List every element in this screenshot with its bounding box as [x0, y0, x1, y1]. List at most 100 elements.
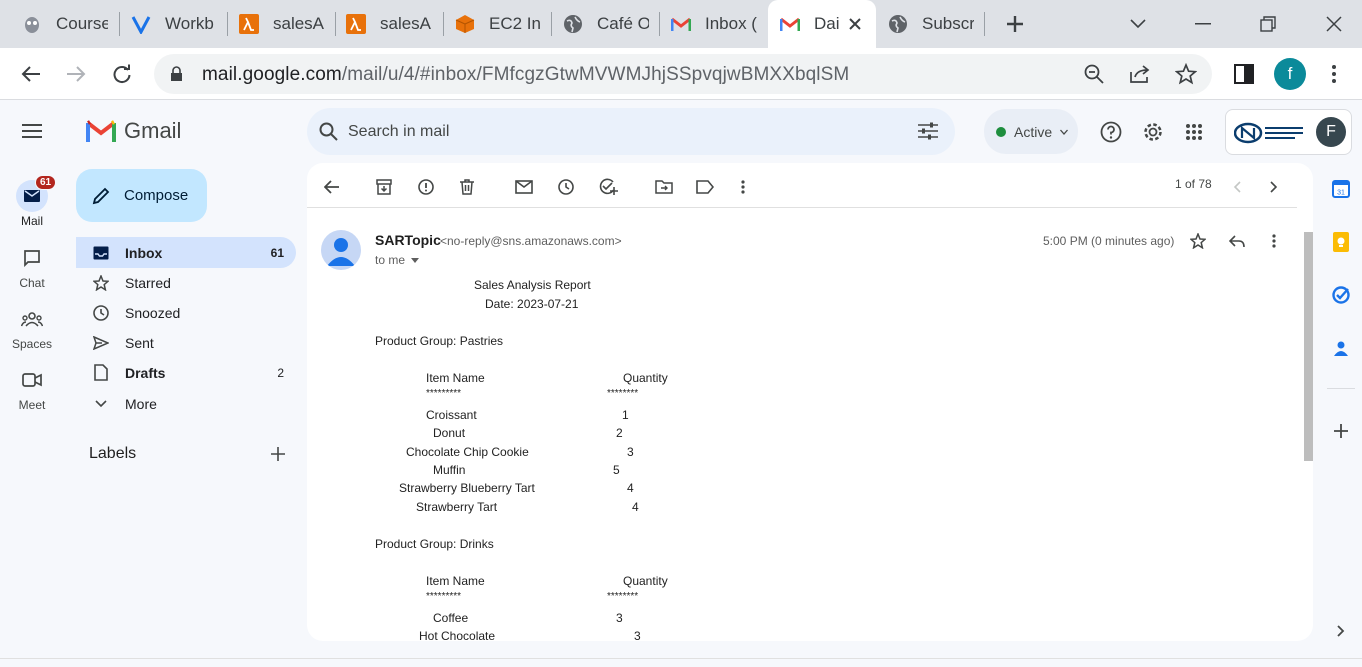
share-icon[interactable]: [1129, 64, 1151, 84]
sender-name[interactable]: SARTopic: [375, 232, 441, 248]
recipient-line[interactable]: to me: [375, 253, 420, 267]
rail-spaces-label: Spaces: [11, 337, 53, 351]
reply-icon[interactable]: [1226, 230, 1248, 252]
archive-icon[interactable]: [373, 176, 395, 198]
item-name: Donut: [433, 426, 466, 440]
tab-title: Café O: [597, 14, 649, 33]
account-avatar[interactable]: F: [1316, 117, 1346, 147]
star-icon: [91, 274, 111, 291]
nav-more[interactable]: More: [76, 388, 296, 419]
back-icon[interactable]: [17, 60, 45, 88]
separator-item: *********: [426, 388, 462, 399]
expand-side-panel-chevron-icon[interactable]: [1330, 620, 1352, 642]
browser-tab[interactable]: salesA: [346, 8, 432, 40]
browser-tab[interactable]: EC2 Ins: [455, 8, 541, 40]
item-name: Coffee: [433, 611, 469, 625]
browser-menu-icon[interactable]: [1320, 60, 1348, 88]
profile-avatar[interactable]: f: [1274, 58, 1306, 90]
forward-icon[interactable]: [62, 60, 90, 88]
status-selector[interactable]: Active: [984, 109, 1078, 154]
newer-chevron-icon[interactable]: [1226, 176, 1248, 198]
bookmark-star-icon[interactable]: [1175, 63, 1197, 85]
older-chevron-icon[interactable]: [1263, 176, 1285, 198]
mail-unread-badge: 61: [35, 175, 57, 190]
tab-search-chevron-icon[interactable]: [1124, 10, 1152, 38]
gmail-logo[interactable]: Gmail: [86, 118, 181, 144]
globe-icon: [563, 14, 583, 34]
vocareum-icon: [131, 14, 151, 34]
nav-starred[interactable]: Starred: [76, 267, 296, 298]
browser-tab[interactable]: Workb: [131, 8, 217, 40]
tab-title: salesA: [380, 14, 432, 33]
apps-grid-icon[interactable]: [1181, 119, 1207, 145]
url-text[interactable]: mail.google.com/mail/u/4/#inbox/FMfcgzGt…: [202, 64, 849, 86]
rail-spaces[interactable]: Spaces: [0, 303, 64, 351]
tab-title: Inbox (: [705, 14, 757, 33]
browser-tab-active[interactable]: Dai: [780, 8, 862, 40]
browser-tab[interactable]: Course: [22, 8, 108, 40]
snooze-icon[interactable]: [555, 176, 577, 198]
minimize-icon[interactable]: [1189, 10, 1217, 38]
new-tab-button[interactable]: [1001, 10, 1029, 38]
separator-quantity: ********: [607, 388, 639, 399]
star-message-icon[interactable]: [1187, 230, 1209, 252]
back-to-inbox-icon[interactable]: [321, 176, 343, 198]
account-initial: F: [1326, 123, 1336, 140]
item-quantity: 1: [622, 408, 629, 422]
move-to-icon[interactable]: [653, 176, 675, 198]
search-bar[interactable]: Search in mail: [307, 108, 955, 155]
help-icon[interactable]: [1098, 119, 1124, 145]
lock-icon[interactable]: [170, 66, 183, 82]
nav-drafts-label: Drafts: [125, 364, 166, 381]
mark-unread-icon[interactable]: [513, 176, 535, 198]
item-name: Strawberry Tart: [416, 500, 498, 514]
compose-button[interactable]: Compose: [76, 169, 207, 222]
report-spam-icon[interactable]: [415, 176, 437, 198]
nav-drafts[interactable]: Drafts 2: [76, 357, 296, 388]
search-icon[interactable]: [319, 122, 338, 141]
tasks-icon[interactable]: [1330, 284, 1352, 306]
rail-meet-label: Meet: [18, 398, 46, 412]
rail-chat[interactable]: Chat: [0, 242, 64, 290]
scrollbar-thumb[interactable]: [1304, 232, 1313, 461]
status-dot: [996, 126, 1006, 137]
browser-tab[interactable]: Café O: [563, 8, 649, 40]
more-options-icon[interactable]: [732, 176, 754, 198]
browser-toolbar: mail.google.com/mail/u/4/#inbox/FMfcgzGt…: [0, 48, 1362, 100]
main-menu-icon[interactable]: [22, 124, 42, 138]
contacts-icon[interactable]: [1330, 337, 1352, 359]
keep-icon[interactable]: [1330, 231, 1352, 253]
sender-avatar[interactable]: [321, 230, 361, 270]
close-tab-icon[interactable]: [848, 17, 862, 31]
close-window-icon[interactable]: [1320, 10, 1348, 38]
add-label-icon[interactable]: [271, 447, 285, 461]
column-header-item: Item Name: [426, 574, 485, 588]
nav-inbox[interactable]: Inbox 61: [76, 237, 296, 268]
browser-tab[interactable]: salesA: [239, 8, 325, 40]
settings-gear-icon[interactable]: [1140, 119, 1166, 145]
rail-meet[interactable]: Meet: [0, 364, 64, 412]
tab-separator: [551, 12, 552, 36]
reload-icon[interactable]: [108, 60, 136, 88]
add-to-tasks-icon[interactable]: [597, 176, 619, 198]
zoom-icon[interactable]: [1084, 64, 1104, 84]
message-more-icon[interactable]: [1263, 230, 1285, 252]
get-addons-plus-icon[interactable]: [1330, 420, 1352, 442]
nav-sent[interactable]: Sent: [76, 327, 296, 358]
calendar-icon[interactable]: 31: [1330, 178, 1352, 200]
delete-icon[interactable]: [456, 176, 478, 198]
account-switcher[interactable]: F: [1225, 109, 1352, 155]
item-quantity: 3: [616, 611, 623, 625]
lambda-icon: [346, 14, 366, 34]
side-panel-icon[interactable]: [1230, 60, 1258, 88]
nav-snoozed[interactable]: Snoozed: [76, 297, 296, 328]
send-icon: [91, 335, 111, 350]
rail-mail[interactable]: Mail: [0, 180, 64, 228]
label-icon[interactable]: [694, 176, 716, 198]
compose-label: Compose: [124, 187, 189, 204]
browser-tab[interactable]: Inbox (: [671, 8, 757, 40]
restore-icon[interactable]: [1254, 10, 1282, 38]
browser-tab[interactable]: Subscr: [888, 8, 974, 40]
search-options-icon[interactable]: [918, 122, 938, 140]
omnibox[interactable]: mail.google.com/mail/u/4/#inbox/FMfcgzGt…: [154, 54, 1212, 94]
